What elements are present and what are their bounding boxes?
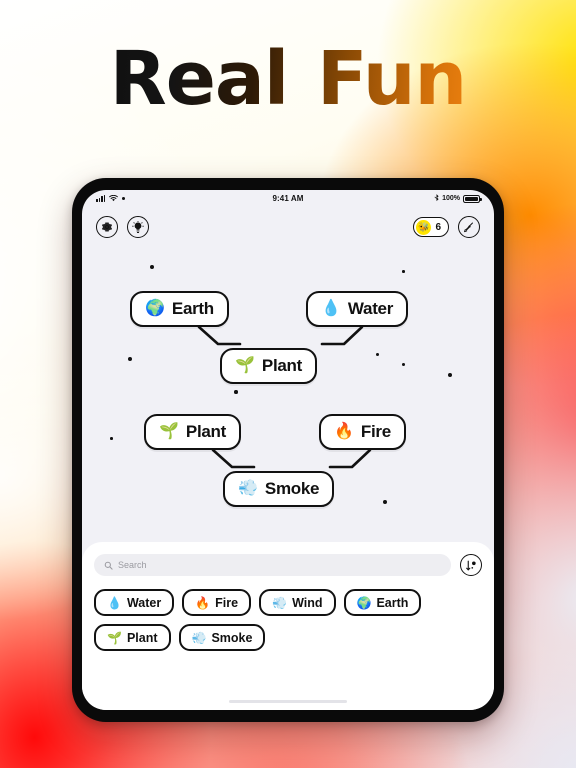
element-chip[interactable]: 💧 Water <box>94 589 175 616</box>
bluetooth-icon <box>434 194 439 202</box>
element-chip[interactable]: 🌱 Plant <box>94 624 171 651</box>
element-emoji-icon: 💨 <box>272 595 288 610</box>
element-chip[interactable]: 💨 Wind <box>259 589 336 616</box>
gear-icon[interactable] <box>96 216 118 238</box>
status-bar-time: 9:41 AM <box>272 194 304 203</box>
search-placeholder: Search <box>118 560 147 570</box>
element-chip-label: Fire <box>215 595 239 610</box>
element-emoji-icon: 🌍 <box>145 300 165 317</box>
element-emoji-icon: 💧 <box>107 595 122 610</box>
page-title: Real Fun <box>0 42 576 116</box>
page-title-word-1: Real <box>109 36 289 122</box>
element-chip-label: Wind <box>292 595 323 610</box>
home-indicator <box>229 699 347 703</box>
sort-filter-icon[interactable] <box>460 554 482 576</box>
element-emoji-icon: 🌱 <box>235 357 255 374</box>
element-chip-label: Plant <box>126 630 158 645</box>
element-emoji-icon: 💧 <box>321 300 341 317</box>
search-input[interactable]: Search <box>94 554 451 576</box>
element-card[interactable]: 🔥 Fire <box>319 414 406 450</box>
page-title-word-2: Fun <box>317 36 467 122</box>
element-emoji-icon: 💨 <box>191 630 207 645</box>
element-chip[interactable]: 💨 Smoke <box>178 624 266 651</box>
crafting-canvas[interactable]: 🌍 Earth 💧 Water 🌱 Plant 🌱 Plant 🔥 Fire 💨 Smoke <box>82 247 494 542</box>
element-emoji-icon: 🌍 <box>356 595 372 610</box>
element-chip[interactable]: 🌍 Earth <box>343 589 422 616</box>
element-emoji-icon: 🔥 <box>195 595 211 610</box>
element-card-label: Water <box>347 299 394 318</box>
broom-icon[interactable] <box>458 216 480 238</box>
element-card-label: Fire <box>360 422 391 441</box>
tablet-device-frame: 9:41 AM 100% 🐝 6 🌍 Earth 💧 Water 🌱 Plant… <box>72 178 504 722</box>
element-emoji-icon: 🔥 <box>334 423 354 440</box>
element-chip[interactable]: 🔥 Fire <box>182 589 252 616</box>
status-bar: 9:41 AM 100% <box>82 190 494 207</box>
element-card-label: Earth <box>171 299 214 318</box>
element-card-label: Plant <box>261 356 302 375</box>
search-icon <box>104 561 113 570</box>
element-card-label: Smoke <box>264 479 320 498</box>
element-chip-label: Earth <box>376 595 409 610</box>
coin-icon: 🐝 <box>416 219 432 235</box>
element-card[interactable]: 🌍 Earth <box>130 291 229 327</box>
element-chip-label: Smoke <box>211 630 253 645</box>
tablet-screen: 9:41 AM 100% 🐝 6 🌍 Earth 💧 Water 🌱 Plant… <box>82 190 494 710</box>
status-bar-right: 100% <box>434 194 482 203</box>
element-card-label: Plant <box>185 422 226 441</box>
element-chip-list: 💧 Water 🔥 Fire 💨 Wind 🌍 Earth 🌱 Plant 💨 Smoke <box>94 589 482 651</box>
element-card[interactable]: 💨 Smoke <box>223 471 335 507</box>
app-toolbar: 🐝 6 <box>82 207 494 247</box>
element-emoji-icon: 💨 <box>238 480 258 497</box>
coin-count-label: 6 <box>435 221 441 233</box>
element-chip-label: Water <box>126 595 162 610</box>
element-card[interactable]: 🌱 Plant <box>144 414 241 450</box>
battery-icon <box>463 194 482 203</box>
element-card[interactable]: 🌱 Plant <box>220 348 317 384</box>
element-card[interactable]: 💧 Water <box>306 291 409 327</box>
search-row: Search <box>94 554 482 576</box>
element-emoji-icon: 🌱 <box>107 630 122 645</box>
lightbulb-icon[interactable] <box>127 216 149 238</box>
elements-drawer: Search 💧 Water 🔥 Fire 💨 Wind 🌍 Earth 🌱 Plant 💨 Smok… <box>82 542 494 710</box>
battery-percent-label: 100% <box>442 195 460 202</box>
element-emoji-icon: 🌱 <box>159 423 179 440</box>
coin-balance-badge[interactable]: 🐝 6 <box>413 217 449 237</box>
